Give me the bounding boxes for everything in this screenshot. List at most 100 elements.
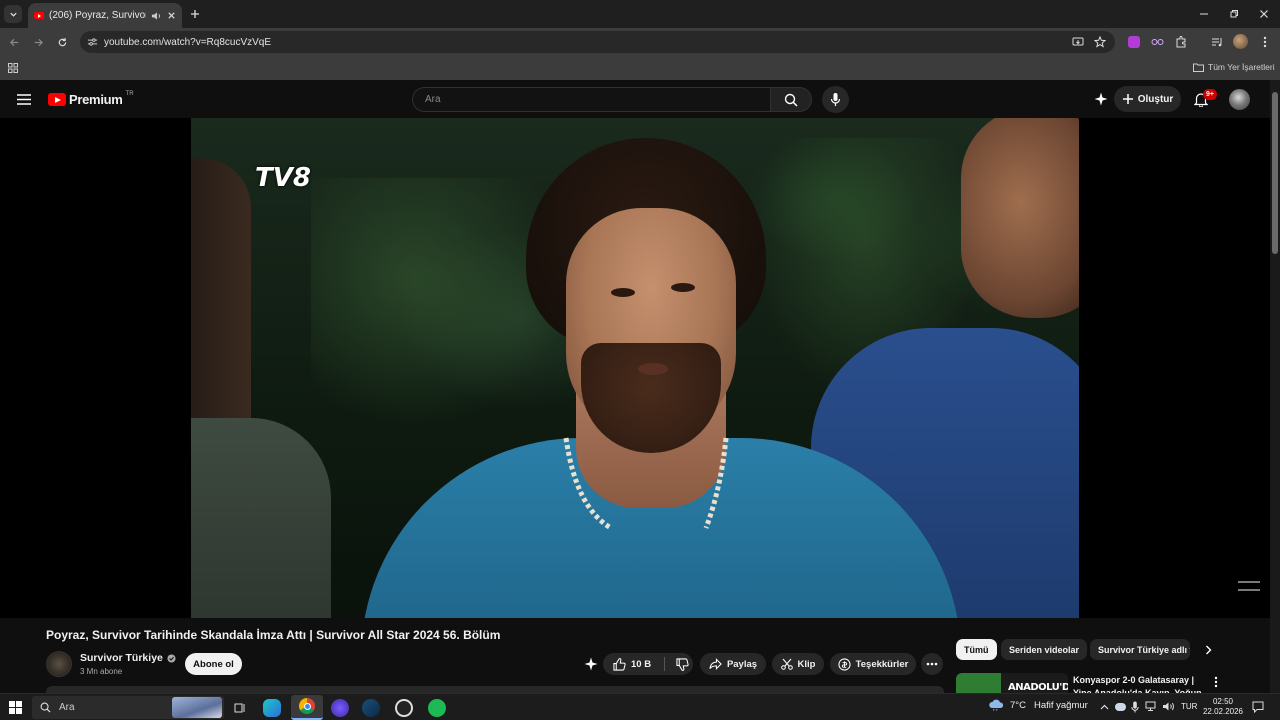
taskbar-app-steam-icon[interactable]	[362, 699, 380, 717]
account-avatar[interactable]	[1229, 89, 1250, 110]
more-actions-button[interactable]	[921, 653, 943, 675]
tab-search-button[interactable]	[4, 5, 22, 23]
chip-all[interactable]: Tümü	[956, 639, 997, 660]
plus-icon	[1122, 94, 1133, 104]
reload-button[interactable]	[54, 34, 70, 50]
task-view-button[interactable]	[231, 699, 249, 717]
taskbar-app-chat-icon[interactable]	[331, 699, 349, 717]
clock[interactable]: 02:50 22.02.2026	[1202, 697, 1244, 717]
site-settings-icon[interactable]	[87, 37, 98, 47]
reload-icon	[58, 37, 66, 46]
tab-title: (206) Poyraz, Survivor Tarihinde	[49, 10, 146, 21]
tray-volume-icon[interactable]	[1162, 701, 1175, 712]
youtube-premium-logo[interactable]: Premium TR	[48, 90, 134, 107]
notification-count: 9+	[1206, 91, 1214, 98]
description-box[interactable]	[46, 686, 944, 693]
chip-series[interactable]: Seriden videolar	[1001, 639, 1088, 660]
profile-avatar[interactable]	[1233, 34, 1248, 49]
recommendation-title[interactable]: Konyaspor 2-0 Galatasaray | Yine Anadolu…	[1073, 674, 1203, 693]
forward-button[interactable]	[30, 34, 46, 50]
search-input[interactable]: Ara	[412, 87, 770, 112]
tray-network-icon[interactable]	[1145, 701, 1158, 712]
restore-button[interactable]	[1226, 6, 1242, 22]
taskbar-app-copilot-icon[interactable]	[263, 699, 281, 717]
search-button[interactable]	[770, 87, 812, 112]
windows-logo-icon	[9, 701, 22, 714]
video-frame[interactable]: TV8	[191, 118, 1079, 618]
rain-cloud-icon	[989, 699, 1004, 711]
close-window-button[interactable]	[1256, 6, 1272, 22]
channel-name[interactable]: Survivor Türkiye	[80, 652, 163, 664]
extensions-puzzle-icon[interactable]	[1174, 35, 1188, 49]
chevron-down-icon	[9, 12, 17, 17]
back-button[interactable]	[6, 34, 22, 50]
input-language[interactable]: TUR	[1181, 702, 1197, 711]
plus-icon	[191, 10, 199, 18]
create-label: Oluştur	[1137, 93, 1174, 105]
chip-channel[interactable]: Survivor Türkiye adlı y	[1090, 639, 1190, 660]
media-controls-icon[interactable]	[1210, 35, 1224, 49]
guide-menu-button[interactable]	[15, 90, 33, 108]
voice-search-button[interactable]	[822, 86, 849, 113]
taskbar-app-capture-icon[interactable]	[395, 699, 413, 717]
chips-next-button[interactable]	[1200, 642, 1216, 658]
search-highlight-image	[172, 697, 222, 718]
channel-watermark: TV8	[255, 163, 311, 193]
channel-name-row[interactable]: Survivor Türkiye	[80, 652, 176, 664]
thumbs-up-icon[interactable]	[613, 657, 626, 671]
logo-region: TR	[125, 90, 134, 97]
taskbar-app-spotify-icon[interactable]	[428, 699, 446, 717]
start-button[interactable]	[9, 701, 22, 714]
arrow-left-icon	[9, 38, 18, 46]
new-tab-button[interactable]	[187, 6, 203, 22]
tray-microphone-icon[interactable]	[1131, 701, 1139, 713]
all-bookmarks-button[interactable]: Tüm Yer İşaretleri	[1193, 62, 1275, 72]
sparkle-icon	[584, 657, 598, 671]
recommendation-thumbnail[interactable]: ANADOLU'DA	[956, 673, 1068, 693]
scrollbar-thumb[interactable]	[1272, 92, 1278, 254]
weather-widget[interactable]: 7°C Hafif yağmur	[988, 699, 1088, 711]
gemini-button[interactable]	[1092, 90, 1110, 108]
browser-tab-active[interactable]: (206) Poyraz, Survivor Tarihinde	[28, 3, 182, 28]
create-button[interactable]: Oluştur	[1114, 86, 1181, 112]
speaker-icon[interactable]	[151, 11, 162, 21]
recommendation-menu-button[interactable]	[1214, 675, 1224, 689]
apps-grid-button[interactable]	[6, 61, 20, 75]
like-dislike-group: 10 B	[603, 653, 693, 675]
bookmark-star-icon[interactable]	[1094, 36, 1106, 48]
like-count[interactable]: 10 B	[631, 659, 651, 670]
install-app-icon[interactable]	[1072, 37, 1084, 47]
share-button[interactable]: Paylaş	[700, 653, 766, 675]
more-vertical-icon	[1214, 676, 1218, 688]
channel-avatar[interactable]	[46, 651, 72, 677]
subscriber-count: 3 Mn abone	[80, 667, 123, 676]
thumbs-down-icon[interactable]	[676, 657, 689, 671]
close-tab-icon[interactable]	[167, 11, 176, 20]
extension-purple-icon[interactable]	[1128, 36, 1140, 48]
more-horizontal-icon	[926, 662, 938, 666]
taskbar-search[interactable]: Ara	[32, 696, 224, 719]
folder-icon	[1193, 63, 1204, 72]
apps-grid-icon	[8, 63, 18, 73]
address-bar[interactable]: youtube.com/watch?v=Rq8cucVzVqE	[80, 31, 1115, 53]
ask-ai-button[interactable]	[582, 655, 600, 673]
video-player[interactable]: TV8	[0, 118, 1270, 618]
taskbar-search-label: Ara	[59, 702, 75, 713]
minimize-button[interactable]	[1196, 6, 1212, 22]
tray-onedrive-icon[interactable]	[1115, 703, 1126, 711]
tray-overflow-button[interactable]	[1098, 700, 1110, 714]
chip-series-label: Seriden videolar	[1009, 644, 1080, 655]
clip-button[interactable]: Klip	[772, 653, 824, 675]
browser-menu-button[interactable]	[1258, 35, 1272, 49]
task-view-icon	[234, 703, 245, 713]
notification-center-icon[interactable]	[1252, 701, 1264, 713]
page-scrollbar[interactable]	[1270, 80, 1280, 693]
foliage-background	[311, 178, 571, 428]
clip-label: Klip	[797, 658, 816, 670]
weather-temp: 7°C	[1010, 699, 1026, 711]
thanks-button[interactable]: Teşekkürler	[830, 653, 916, 675]
person-right-head	[961, 118, 1079, 318]
extension-glasses-icon[interactable]	[1150, 35, 1164, 49]
taskbar-app-chrome-active[interactable]	[291, 695, 323, 720]
subscribe-button[interactable]: Abone ol	[185, 653, 242, 675]
